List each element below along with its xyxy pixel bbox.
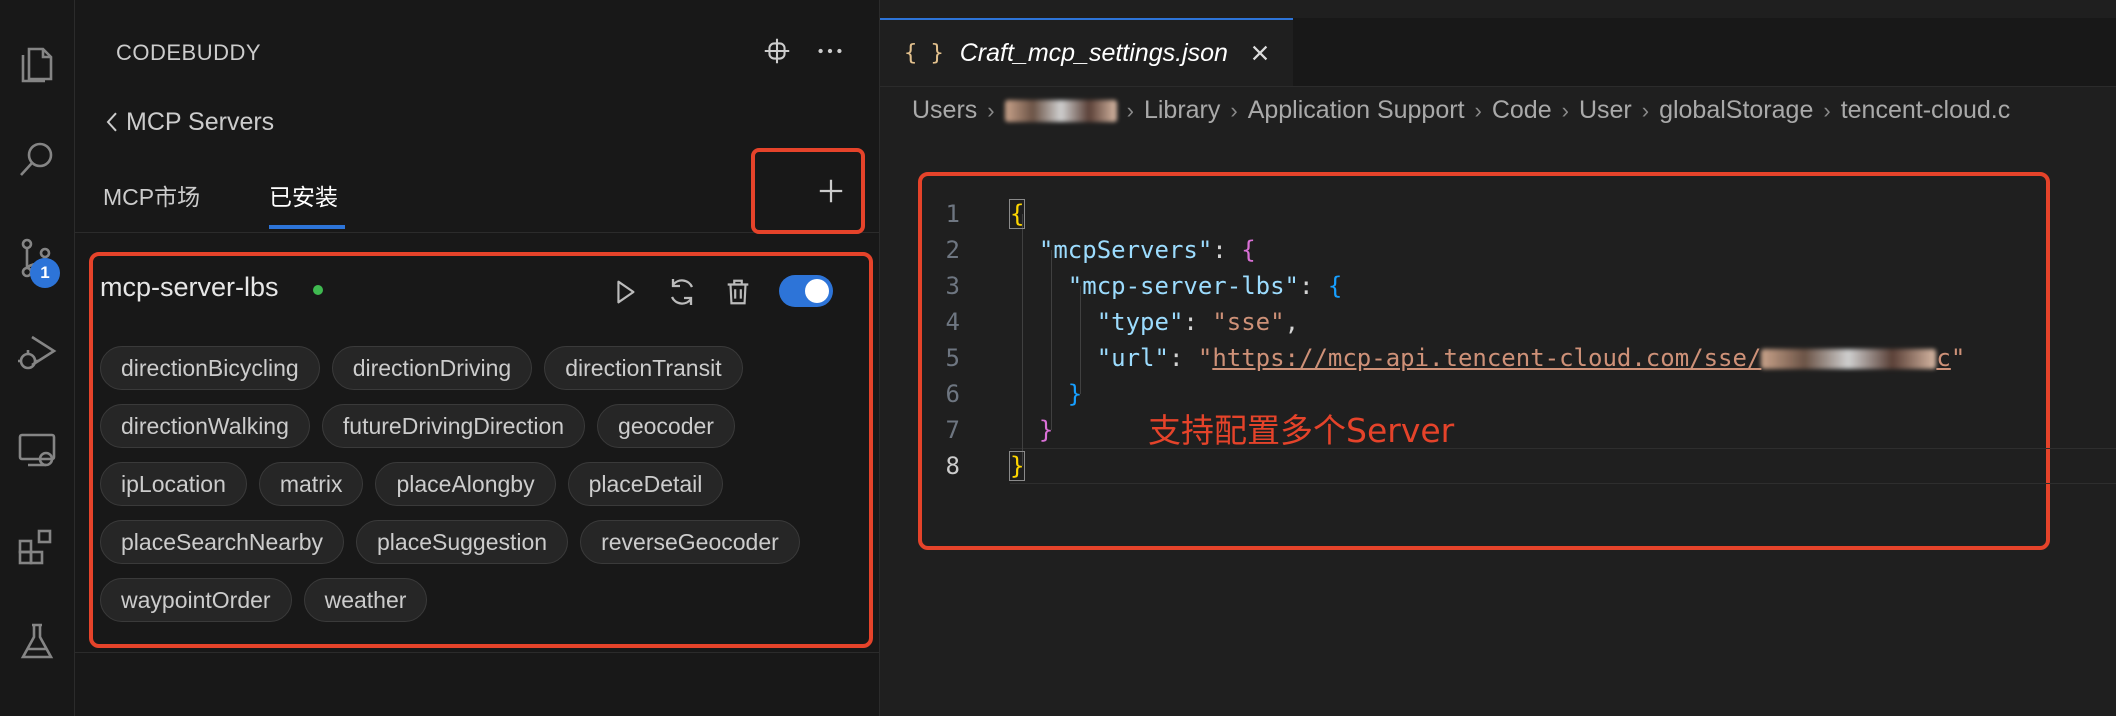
tool-chip[interactable]: directionDriving <box>331 346 533 390</box>
tool-chip[interactable]: directionTransit <box>544 346 743 390</box>
breadcrumb-item[interactable]: Library <box>1144 96 1220 125</box>
tool-chip[interactable]: reverseGeocoder <box>580 520 800 564</box>
code-line: 4 "type": "sse", <box>880 304 2116 340</box>
breadcrumb-item[interactable]: globalStorage <box>1659 96 1813 125</box>
editor-area: { } Craft_mcp_settings.json Users › › Li… <box>880 0 2116 716</box>
json-key: "type" <box>1096 308 1184 336</box>
search-icon[interactable] <box>0 130 74 190</box>
source-control-badge: 1 <box>30 258 60 288</box>
tool-chip[interactable]: matrix <box>258 462 364 506</box>
tool-chip[interactable]: futureDrivingDirection <box>321 404 586 448</box>
url-link[interactable]: https://mcp-api.tencent-cloud.com/sse/ <box>1212 344 1761 372</box>
code-line: 5 "url": "https://mcp-api.tencent-cloud.… <box>880 340 2116 376</box>
chevron-right-icon: › <box>1823 97 1831 123</box>
line-number: 4 <box>945 308 960 336</box>
delete-server-icon[interactable] <box>718 272 758 312</box>
extensions-icon[interactable] <box>0 516 74 576</box>
chevron-right-icon: › <box>1474 97 1482 123</box>
tab-mcp-market[interactable]: MCP市场 <box>103 178 200 212</box>
breadcrumb-item[interactable]: User <box>1579 96 1632 125</box>
run-debug-icon[interactable] <box>0 322 74 382</box>
breadcrumb-item[interactable]: Code <box>1492 96 1552 125</box>
code-line: 8 } <box>880 448 2116 484</box>
redacted-key <box>1761 349 1937 369</box>
code-line: 6 } <box>880 376 2116 412</box>
breadcrumb: Users › › Library › Application Support … <box>912 96 2010 125</box>
breadcrumb-item[interactable]: tencent-cloud.c <box>1841 96 2011 125</box>
chevron-right-icon: › <box>1641 97 1650 123</box>
tool-chip[interactable]: waypointOrder <box>100 578 292 622</box>
codebuddy-sidebar: CODEBUDDY MCP Servers MCP市场 已安装 mcp-serv… <box>75 0 880 716</box>
line-number: 6 <box>945 380 960 408</box>
tool-chip[interactable]: placeDetail <box>567 462 724 506</box>
mcp-connect-icon[interactable] <box>760 34 794 68</box>
more-actions-icon[interactable] <box>813 34 847 68</box>
editor-tab-bar: { } Craft_mcp_settings.json <box>880 18 2116 87</box>
line-number: 2 <box>945 236 960 264</box>
line-number: 1 <box>945 200 960 228</box>
restart-server-icon[interactable] <box>662 272 702 312</box>
tool-chip[interactable]: directionWalking <box>100 404 310 448</box>
line-number: 7 <box>945 416 960 444</box>
redacted-username <box>1004 99 1117 122</box>
chevron-right-icon: › <box>1561 97 1569 123</box>
tool-chip[interactable]: placeSuggestion <box>356 520 569 564</box>
add-server-button[interactable] <box>812 172 850 210</box>
code-line: 3 "mcp-server-lbs": { <box>880 268 2116 304</box>
chevron-left-icon <box>106 112 117 132</box>
explorer-icon[interactable] <box>0 34 74 94</box>
annotation-text: 支持配置多个Server <box>1148 411 1455 450</box>
server-name: mcp-server-lbs <box>100 272 279 302</box>
line-number: 3 <box>945 272 960 300</box>
server-enable-toggle[interactable] <box>779 275 833 307</box>
code-line: 2 "mcpServers": { <box>880 232 2116 268</box>
back-to-mcp-servers[interactable]: MCP Servers <box>104 104 274 140</box>
run-server-icon[interactable] <box>605 272 645 312</box>
tool-chip[interactable]: weather <box>303 578 428 622</box>
chevron-right-icon: › <box>987 97 995 123</box>
code-line: 1 { <box>880 196 2116 232</box>
code-line: 7 } <box>880 412 2116 448</box>
editor-tab-settings-json[interactable]: { } Craft_mcp_settings.json <box>880 18 1293 86</box>
plus-icon <box>819 179 843 203</box>
close-icon[interactable] <box>1246 39 1274 67</box>
testing-icon[interactable] <box>0 612 74 672</box>
tool-chip[interactable]: geocoder <box>597 404 735 448</box>
tool-chip[interactable]: ipLocation <box>100 462 247 506</box>
editor-tab-filename: Craft_mcp_settings.json <box>959 38 1228 67</box>
tool-chip[interactable]: placeSearchNearby <box>100 520 345 564</box>
activity-bar: 1 <box>0 0 75 716</box>
json-key: "url" <box>1096 344 1169 372</box>
tab-installed[interactable]: 已安装 <box>269 178 338 212</box>
tool-chip[interactable]: placeAlongby <box>375 462 556 506</box>
sidebar-divider <box>75 652 879 653</box>
url-tail: c <box>1936 344 1951 372</box>
tool-list: directionBicycling directionDriving dire… <box>100 346 860 622</box>
json-key: "mcpServers" <box>1038 236 1213 264</box>
json-file-icon: { } <box>904 40 944 66</box>
server-status-dot <box>313 285 323 295</box>
json-value: "sse" <box>1212 308 1285 336</box>
json-key: "mcp-server-lbs" <box>1067 272 1299 300</box>
chevron-right-icon: › <box>1126 97 1134 123</box>
chevron-right-icon: › <box>1230 97 1238 123</box>
back-label: MCP Servers <box>126 107 275 136</box>
line-number: 8 <box>945 452 960 480</box>
remote-explorer-icon[interactable] <box>0 420 74 480</box>
breadcrumb-item[interactable]: Users <box>912 96 977 125</box>
active-tab-indicator <box>269 225 345 229</box>
toggle-knob <box>805 279 829 303</box>
line-number: 5 <box>945 344 960 372</box>
breadcrumb-item[interactable]: Application Support <box>1248 96 1465 125</box>
tool-chip[interactable]: directionBicycling <box>100 346 320 390</box>
sidebar-title: CODEBUDDY <box>116 40 262 65</box>
